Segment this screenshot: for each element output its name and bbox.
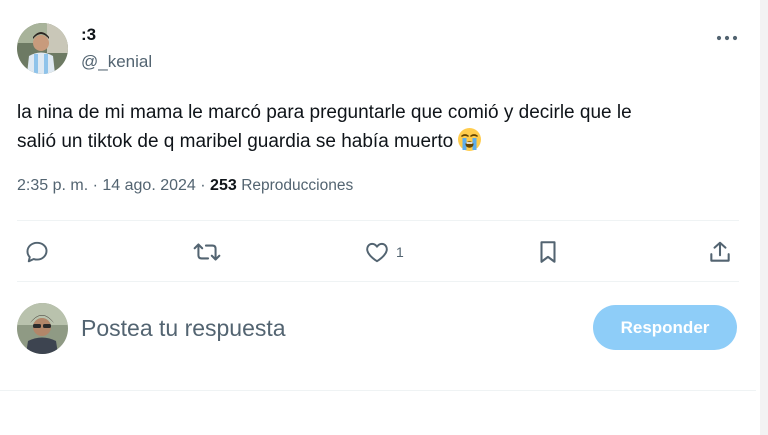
loudly-crying-face-icon — [457, 127, 482, 161]
share-button[interactable] — [707, 237, 733, 267]
more-options-button[interactable] — [712, 26, 742, 50]
share-icon — [710, 241, 730, 262]
meta-separator: · — [200, 177, 206, 194]
scrollbar-track[interactable] — [760, 0, 768, 435]
tweet-text: la nina de mi mama le marcó para pregunt… — [17, 98, 747, 161]
author-handle[interactable]: @_kenial — [81, 52, 152, 72]
tweet-text-line-2: salió un tiktok de q maribel guardia se … — [17, 131, 454, 152]
tweet-card: :3 @_kenial la nina de mi mama le marcó … — [0, 0, 756, 391]
bookmark-button[interactable] — [536, 237, 560, 267]
bookmark-icon — [540, 241, 556, 263]
like-count: 1 — [396, 244, 404, 260]
views-count: 253 — [210, 177, 237, 194]
current-user-avatar[interactable] — [17, 303, 68, 354]
tweet-page: :3 @_kenial la nina de mi mama le marcó … — [0, 0, 768, 435]
tweet-date[interactable]: 14 ago. 2024 — [102, 177, 195, 194]
reply-button[interactable] — [24, 237, 50, 267]
author-avatar-photo — [17, 23, 68, 74]
heart-icon — [366, 242, 388, 263]
current-user-avatar-photo — [17, 303, 68, 354]
author-avatar[interactable] — [17, 23, 68, 74]
retweet-icon — [193, 243, 221, 261]
retweet-button[interactable] — [192, 237, 222, 267]
divider — [17, 220, 739, 221]
like-button[interactable]: 1 — [364, 237, 404, 267]
tweet-text-line-1: la nina de mi mama le marcó para pregunt… — [17, 102, 632, 123]
tweet-time[interactable]: 2:35 p. m. — [17, 177, 88, 194]
reply-submit-button[interactable]: Responder — [593, 305, 737, 350]
more-dots-icon — [716, 35, 738, 41]
divider — [17, 281, 739, 282]
views-label: Reproducciones — [241, 177, 354, 194]
reply-input[interactable] — [81, 312, 561, 344]
meta-separator: · — [92, 177, 98, 194]
reply-icon — [26, 241, 48, 263]
tweet-metadata: 2:35 p. m. · 14 ago. 2024 · 253 Reproduc… — [17, 177, 353, 195]
author-display-name[interactable]: :3 — [81, 25, 96, 45]
